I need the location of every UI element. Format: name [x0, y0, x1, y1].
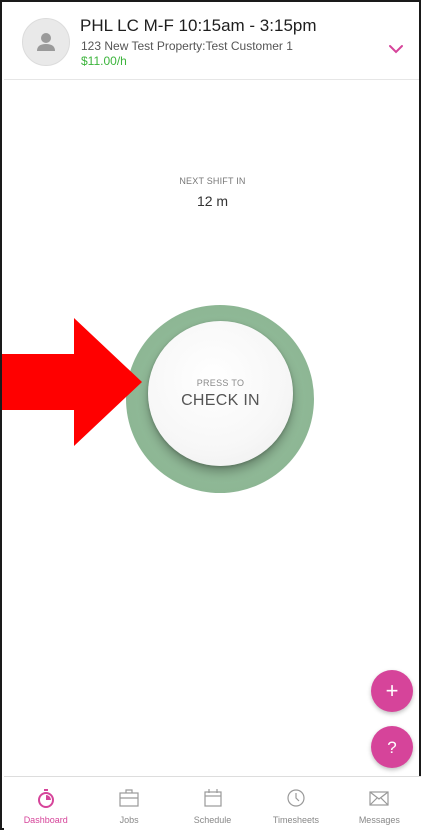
calendar-icon: [202, 787, 224, 809]
next-shift-label: NEXT SHIFT IN: [179, 176, 246, 186]
shift-title: PHL LC M-F 10:15am - 3:15pm: [80, 16, 317, 35]
chevron-down-icon[interactable]: [387, 42, 405, 56]
nav-label-schedule: Schedule: [193, 815, 232, 825]
nav-label-jobs: Jobs: [119, 815, 139, 825]
app-frame: PHL LC M-F 10:15am - 3:15pm 123 New Test…: [0, 0, 421, 830]
red-arrow-annotation: [2, 318, 142, 446]
shift-header[interactable]: PHL LC M-F 10:15am - 3:15pm 123 New Test…: [4, 4, 419, 80]
bottom-nav: Dashboard Jobs Schedule Timesheets Messa…: [4, 776, 421, 830]
help-button[interactable]: ?: [371, 726, 413, 768]
shift-rate: $11.00/h: [81, 54, 127, 68]
briefcase-icon: [118, 787, 140, 809]
add-button[interactable]: +: [371, 670, 413, 712]
check-in-button[interactable]: PRESS TO CHECK IN: [148, 321, 293, 466]
shift-location: 123 New Test Property:Test Customer 1: [81, 39, 293, 53]
nav-item-messages[interactable]: Messages: [338, 777, 421, 830]
nav-item-dashboard[interactable]: Dashboard: [4, 777, 87, 830]
nav-item-schedule[interactable]: Schedule: [171, 777, 254, 830]
stopwatch-icon: [35, 787, 57, 809]
nav-label-messages: Messages: [358, 815, 400, 825]
nav-item-timesheets[interactable]: Timesheets: [254, 777, 337, 830]
nav-label-dashboard: Dashboard: [23, 815, 68, 825]
avatar: [22, 18, 70, 66]
next-shift-countdown: 12 m: [196, 193, 229, 209]
clock-icon: [285, 787, 307, 809]
user-icon: [37, 33, 55, 51]
nav-label-timesheets: Timesheets: [272, 815, 320, 825]
check-in-hint: PRESS TO: [196, 377, 245, 388]
check-in-label: CHECK IN: [181, 391, 260, 409]
envelope-icon: [368, 787, 390, 809]
nav-item-jobs[interactable]: Jobs: [87, 777, 170, 830]
